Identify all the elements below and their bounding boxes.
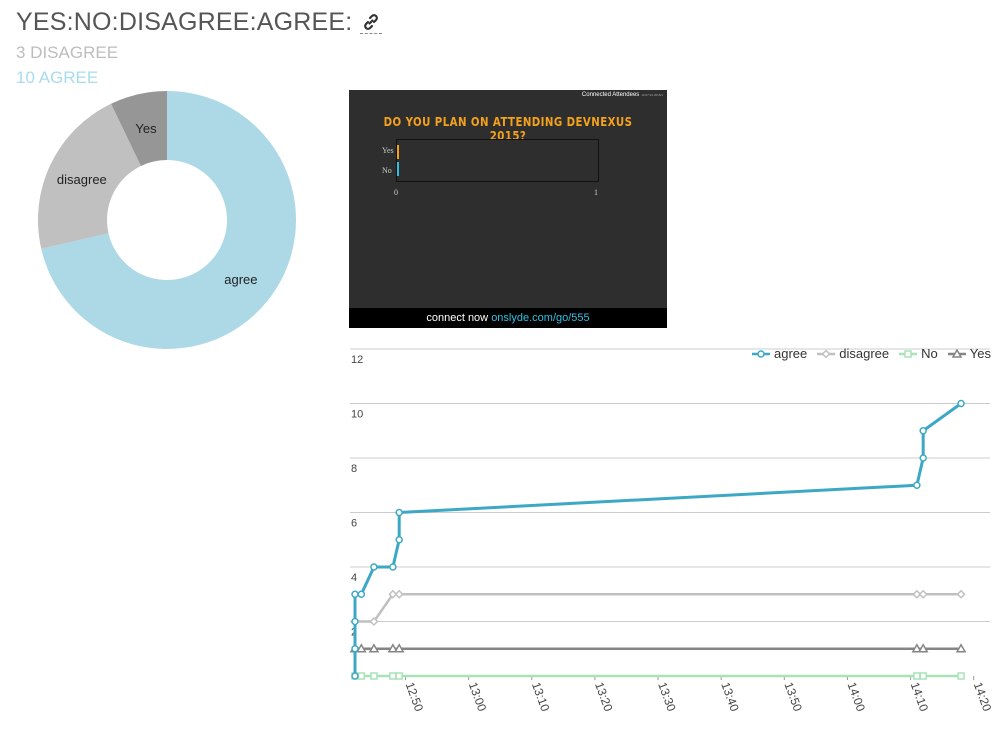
- point-yes: [951, 348, 963, 358]
- point-agree: [351, 645, 359, 653]
- point-yes: [368, 643, 380, 653]
- link-icon[interactable]: [360, 11, 383, 34]
- point-disagree: [956, 589, 966, 599]
- legend-swatch-icon: [947, 348, 966, 358]
- slide-bar-yes: [397, 145, 399, 159]
- legend-swatch-icon: [899, 349, 918, 358]
- point-agree: [370, 563, 378, 571]
- legend-label: disagree: [839, 346, 890, 361]
- point-agree: [957, 399, 965, 408]
- x-tick-label: 12:50: [403, 680, 427, 713]
- x-tick-label: 14:20: [971, 680, 995, 713]
- point-disagree: [821, 348, 831, 359]
- point-no: [389, 672, 397, 680]
- point-agree: [351, 617, 359, 626]
- legend-swatch-icon: [817, 348, 836, 359]
- legend-item-agree[interactable]: agree: [752, 346, 807, 361]
- point-yes: [955, 643, 967, 653]
- donut-label-disagree: disagree: [57, 172, 107, 187]
- point-yes: [917, 643, 929, 653]
- point-agree: [395, 536, 403, 544]
- legend-item-yes[interactable]: Yes: [947, 346, 991, 361]
- point-no: [957, 672, 965, 680]
- y-tick-label: 6: [351, 518, 357, 530]
- point-agree: [919, 454, 927, 462]
- slide-tick-1: 1: [594, 188, 598, 197]
- point-agree: [357, 590, 366, 598]
- point-no: [913, 672, 921, 680]
- slide-footer-prefix: connect now: [426, 312, 489, 324]
- y-tick-label: 8: [351, 463, 357, 475]
- y-tick-label: 10: [351, 409, 363, 421]
- x-tick-label: 14:10: [908, 680, 932, 713]
- point-agree: [757, 349, 765, 358]
- slide-bar-no: [397, 162, 399, 176]
- x-tick-label: 13:10: [529, 680, 553, 713]
- point-agree: [351, 672, 359, 680]
- page-title: YES:NO:DISAGREE:AGREE:: [16, 8, 353, 36]
- x-tick-label: 13:30: [655, 680, 679, 713]
- series-yes: [349, 643, 967, 653]
- point-agree: [389, 563, 397, 571]
- slide-chart-area: [396, 139, 599, 182]
- x-tick-label: 13:50: [781, 680, 805, 713]
- legend-label: No: [921, 346, 938, 361]
- x-tick-label: 14:00: [845, 680, 869, 713]
- point-no: [919, 672, 927, 680]
- series-line-disagree: [355, 593, 962, 623]
- line-chart-legend: agree disagree No Yes: [752, 346, 1001, 361]
- series-line-agree: [353, 402, 962, 676]
- point-no: [357, 672, 366, 680]
- x-tick-label: 13:20: [592, 680, 616, 713]
- point-agree: [351, 590, 359, 598]
- y-tick-label: 12: [351, 354, 363, 366]
- legend-label: agree: [774, 346, 808, 361]
- slide-category-yes: Yes: [382, 146, 394, 155]
- slide-tick-0: 0: [394, 188, 398, 197]
- point-disagree: [918, 589, 928, 599]
- slide-header-timestamp: 12:07:43 2015/1: [641, 93, 663, 97]
- slide-category-no: No: [382, 166, 392, 175]
- series-agree: [351, 399, 965, 680]
- legend-item-disagree[interactable]: disagree: [817, 346, 889, 361]
- legend-swatch-icon: [752, 349, 770, 358]
- series-disagree: [350, 589, 966, 627]
- line-chart: 2468101212:50 13:00 13:10 13:20 13:30 13:40 13…: [349, 348, 995, 714]
- point-agree: [395, 508, 403, 517]
- presentation-slide: Connected Attendees 12:07:43 2015/1 DO YO…: [349, 90, 667, 328]
- legend-label: Yes: [969, 346, 991, 361]
- point-agree: [913, 481, 921, 489]
- donut-chart: agree disagree Yes: [37, 91, 296, 349]
- y-tick-label: 4: [351, 572, 357, 584]
- point-no: [370, 672, 378, 680]
- slide-footer-url[interactable]: onslyde.com/go/555: [491, 312, 589, 324]
- slide-header: Connected Attendees 12:07:43 2015/1: [582, 92, 663, 98]
- point-yes: [393, 643, 405, 653]
- point-no: [904, 349, 912, 358]
- slide-header-text: Connected Attendees: [581, 92, 640, 98]
- x-tick-label: 13:00: [466, 680, 490, 713]
- x-tick-label: 13:40: [718, 680, 742, 713]
- point-no: [395, 672, 403, 680]
- donut-label-agree: agree: [224, 272, 257, 287]
- legend-item-no[interactable]: No: [899, 346, 938, 361]
- point-disagree: [394, 589, 404, 599]
- slide-footer: connect now onslyde.com/go/555: [349, 308, 667, 328]
- title-row: YES:NO:DISAGREE:AGREE:: [16, 8, 383, 37]
- donut-label-yes: Yes: [135, 121, 157, 136]
- point-agree: [919, 427, 927, 435]
- disagree-count: 3 DISAGREE: [16, 43, 119, 62]
